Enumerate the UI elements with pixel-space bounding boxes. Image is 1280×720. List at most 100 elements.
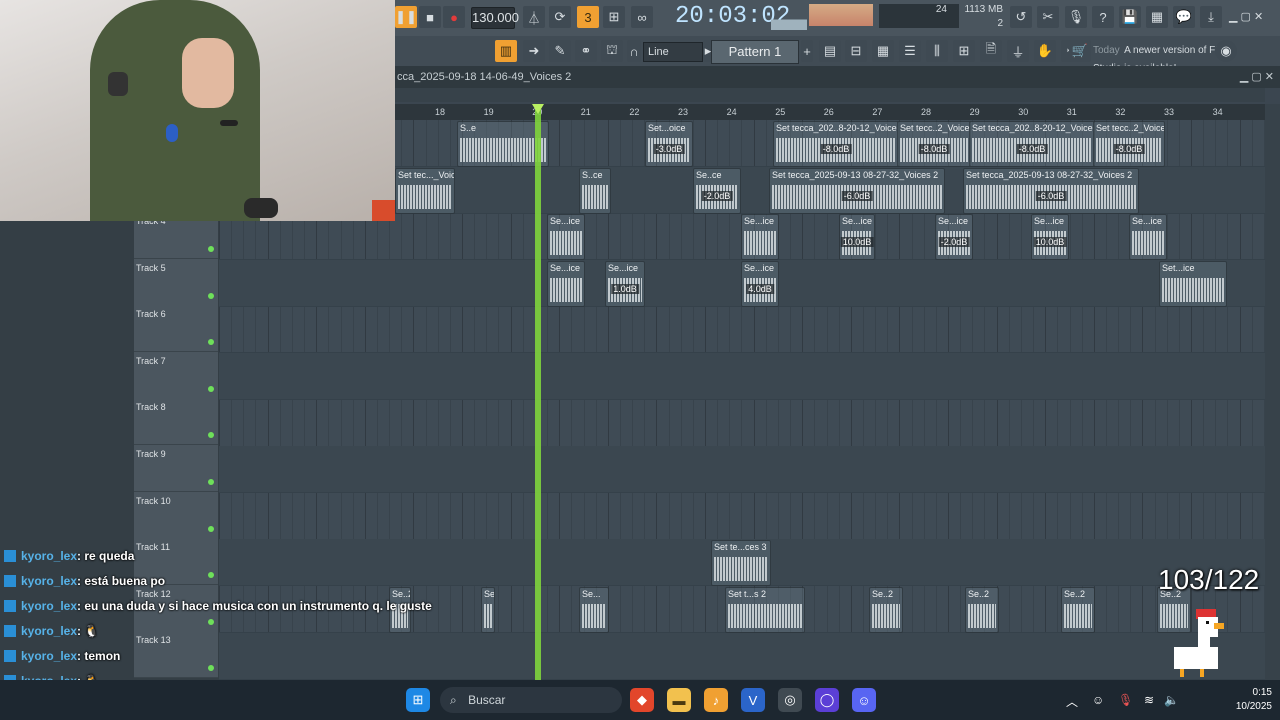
track-lane[interactable] [219, 306, 1265, 354]
track-header[interactable]: Track 10 [134, 491, 218, 539]
tempo-display[interactable]: 130.000 [471, 7, 519, 29]
audio-clip[interactable]: Se..2 [481, 587, 495, 633]
track-led-icon[interactable] [208, 246, 214, 252]
track-led-icon[interactable] [208, 665, 214, 672]
pattern-selector[interactable]: Pattern 1 [711, 40, 799, 64]
audio-clip[interactable]: Set te...ces 3 [711, 540, 771, 587]
track-lane[interactable] [219, 632, 1265, 680]
plugin-icon[interactable]: ⏚ [1007, 40, 1029, 62]
save-icon[interactable]: 💾 [1119, 6, 1141, 28]
microphone-icon[interactable]: 🎙 [1065, 6, 1087, 28]
track-header[interactable]: Track 8 [134, 398, 218, 446]
wait-record-icon[interactable]: ⟳ [549, 6, 571, 28]
audio-clip[interactable]: Se...ice [1129, 214, 1167, 261]
audio-clip[interactable]: Set tecca_202..8-20-12_Voice -8.0dB [969, 121, 1095, 167]
track-led-icon[interactable] [208, 292, 214, 299]
track-header[interactable]: Track 5 [134, 258, 218, 306]
globe-icon[interactable]: ◉ [1215, 40, 1237, 62]
link-icon[interactable]: ⚭ [575, 40, 597, 62]
audio-clip[interactable]: Set tecca_2025-09-13 08-27-32_Voices 2 -6… [963, 167, 1139, 214]
playlist-window-controls[interactable]: ▁ ▢ ✕ [1240, 66, 1274, 88]
track-lane[interactable] [219, 493, 1265, 540]
tray-chevron-icon[interactable]: ︿ [1066, 693, 1078, 710]
audio-clip[interactable]: Se..ce -2.0dB [693, 167, 741, 214]
volume-icon[interactable]: 🔈 [1164, 693, 1179, 707]
browser-icon[interactable]: ⊞ [953, 40, 975, 62]
fl-studio-icon[interactable]: ♪ [704, 688, 728, 712]
loop-record-icon[interactable]: ∞ [631, 6, 653, 28]
audio-clip[interactable]: Set t...s 2 [725, 587, 805, 633]
touch-icon[interactable]: ✋ [1034, 40, 1056, 62]
circle-app-icon[interactable]: ◯ [815, 688, 839, 712]
taskbar-clock[interactable]: 0:15 10/2025 [1232, 686, 1272, 714]
piano-roll-window-icon[interactable]: ▦ [872, 40, 894, 62]
pencil-icon[interactable]: ✎ [549, 40, 571, 62]
tray-microphone-icon[interactable]: 🎙 [1118, 693, 1133, 707]
file-icon[interactable]: 🗎 [980, 40, 1002, 62]
help-icon[interactable]: ? [1092, 6, 1114, 28]
snap-selector[interactable]: Line [643, 42, 703, 62]
audio-clip[interactable]: Set tecca_2025-09-13 08-27-32_Voices 2 -6… [769, 167, 945, 214]
audio-clip[interactable]: Se... [579, 587, 609, 633]
track-header[interactable]: Track 13 [134, 631, 218, 679]
mixer-icon[interactable]: ⫼ [926, 40, 948, 62]
windows-start-icon[interactable]: ⊞ [406, 688, 430, 712]
track-header[interactable]: Track 7 [134, 351, 218, 399]
stop-icon[interactable]: ■ [419, 6, 441, 28]
v-app-icon[interactable]: V [741, 688, 765, 712]
track-lane[interactable] [219, 446, 1265, 494]
audio-clip[interactable]: Se..2 [869, 587, 903, 633]
audio-clip[interactable]: Set...oice -3.0dB [645, 121, 693, 167]
track-led-icon[interactable] [208, 339, 214, 346]
audio-clip[interactable]: Set tecc..2_Voice -8.0dB [897, 121, 971, 167]
audio-clip[interactable]: Se...ice [547, 260, 585, 307]
discord-icon[interactable]: ☺ [852, 688, 876, 712]
tray-discord-icon[interactable]: ☺ [1092, 693, 1104, 707]
channel-rack-icon[interactable]: ⊟ [845, 40, 867, 62]
audio-clip[interactable]: Se..2 [1061, 587, 1095, 633]
playhead-marker-icon[interactable] [532, 104, 544, 114]
audio-clip[interactable]: Se...ice 10.0dB [839, 214, 875, 261]
audio-clip[interactable]: Set tecc..2_Voice -8.0dB [1093, 121, 1165, 167]
track-header[interactable]: Track 9 [134, 445, 218, 492]
audio-clip[interactable]: Se...ice [741, 214, 779, 261]
audio-clip[interactable]: Se...ice -2.0dB [935, 214, 973, 261]
track-lane[interactable] [219, 353, 1265, 400]
magnet-icon[interactable]: ∩ [627, 40, 641, 62]
track-header[interactable]: Track 6 [134, 305, 218, 353]
cut-icon[interactable]: ✂ [1037, 6, 1059, 28]
audio-clip[interactable]: S..ce [579, 167, 611, 214]
track-led-icon[interactable] [208, 572, 214, 579]
audio-clip[interactable]: Set...ice [1159, 260, 1227, 307]
shop-icon[interactable]: 🛒 [1069, 40, 1091, 62]
track-led-icon[interactable] [208, 479, 214, 485]
arrow-icon[interactable]: ➜ [523, 40, 545, 62]
step-sequencer-icon[interactable]: ☰ [899, 40, 921, 62]
piano-roll-icon[interactable]: ▥ [495, 40, 517, 62]
countdown-icon[interactable]: 3 [577, 6, 599, 28]
track-lane[interactable] [219, 400, 1265, 447]
timeline-ruler[interactable]: 1819202122232425262728293031323334 [395, 104, 1265, 120]
horizontal-scrollbar[interactable] [395, 88, 1265, 102]
record-icon[interactable]: ● [443, 6, 465, 28]
playhead[interactable] [535, 104, 541, 680]
track-led-icon[interactable] [208, 385, 214, 392]
audio-clip[interactable]: Se...ice 1.0dB [605, 260, 645, 307]
audio-clip[interactable]: Se..2 [965, 587, 999, 633]
audio-clip[interactable]: Se...ice 4.0dB [741, 260, 779, 307]
audio-clip[interactable]: Set tecca_202..8-20-12_Voice -8.0dB [773, 121, 899, 167]
undo-icon[interactable]: ↺ [1010, 6, 1032, 28]
audio-clip[interactable]: Set tec..._Voice [395, 167, 455, 214]
audio-clip[interactable]: Se...ice [547, 214, 585, 261]
add-pattern-icon[interactable]: + [801, 40, 813, 62]
window-controls[interactable]: ▁ ▢ ✕ [1229, 10, 1263, 23]
audio-clip[interactable]: Se...ice 10.0dB [1031, 214, 1069, 261]
brave-browser-icon[interactable]: ◆ [630, 688, 654, 712]
chat-icon[interactable]: 💬 [1173, 6, 1195, 28]
wifi-icon[interactable]: ≋ [1144, 693, 1154, 707]
track-led-icon[interactable] [208, 432, 214, 439]
metronome-icon[interactable]: ⏃ [523, 6, 545, 28]
download-icon[interactable]: ⤓ [1200, 6, 1222, 28]
step-edit-icon[interactable]: ⊞ [603, 6, 625, 28]
track-led-icon[interactable] [208, 618, 214, 625]
